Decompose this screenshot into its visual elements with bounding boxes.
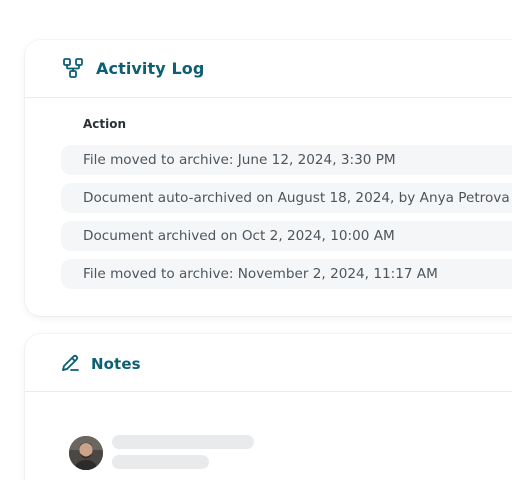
notes-card: Notes [25, 334, 512, 480]
activity-row[interactable]: Document auto-archived on August 18, 202… [61, 183, 512, 213]
notes-title: Notes [91, 355, 141, 373]
activity-row[interactable]: File moved to archive: November 2, 2024,… [61, 259, 512, 289]
activity-log-header: Activity Log [25, 40, 512, 98]
activity-row[interactable]: Document archived on Oct 2, 2024, 10:00 … [61, 221, 512, 251]
page: Activity Log Action File moved to archiv… [0, 0, 512, 480]
activity-row-text: File moved to archive: November 2, 2024,… [83, 266, 438, 282]
skeleton-line [112, 435, 254, 449]
activity-list: File moved to archive: June 12, 2024, 3:… [61, 145, 512, 297]
activity-log-title: Activity Log [96, 59, 205, 78]
activity-row[interactable]: File moved to archive: June 12, 2024, 3:… [61, 145, 512, 175]
activity-log-card: Activity Log Action File moved to archiv… [25, 40, 512, 316]
activity-row-text: Document auto-archived on August 18, 202… [83, 190, 510, 206]
pencil-icon [60, 353, 82, 375]
activity-row-text: File moved to archive: June 12, 2024, 3:… [83, 152, 396, 168]
notes-header: Notes [25, 334, 512, 392]
action-column-header: Action [83, 117, 127, 131]
skeleton-line [112, 455, 209, 469]
avatar [69, 436, 103, 470]
activity-row-text: Document archived on Oct 2, 2024, 10:00 … [83, 228, 395, 244]
workflow-icon [62, 57, 84, 79]
